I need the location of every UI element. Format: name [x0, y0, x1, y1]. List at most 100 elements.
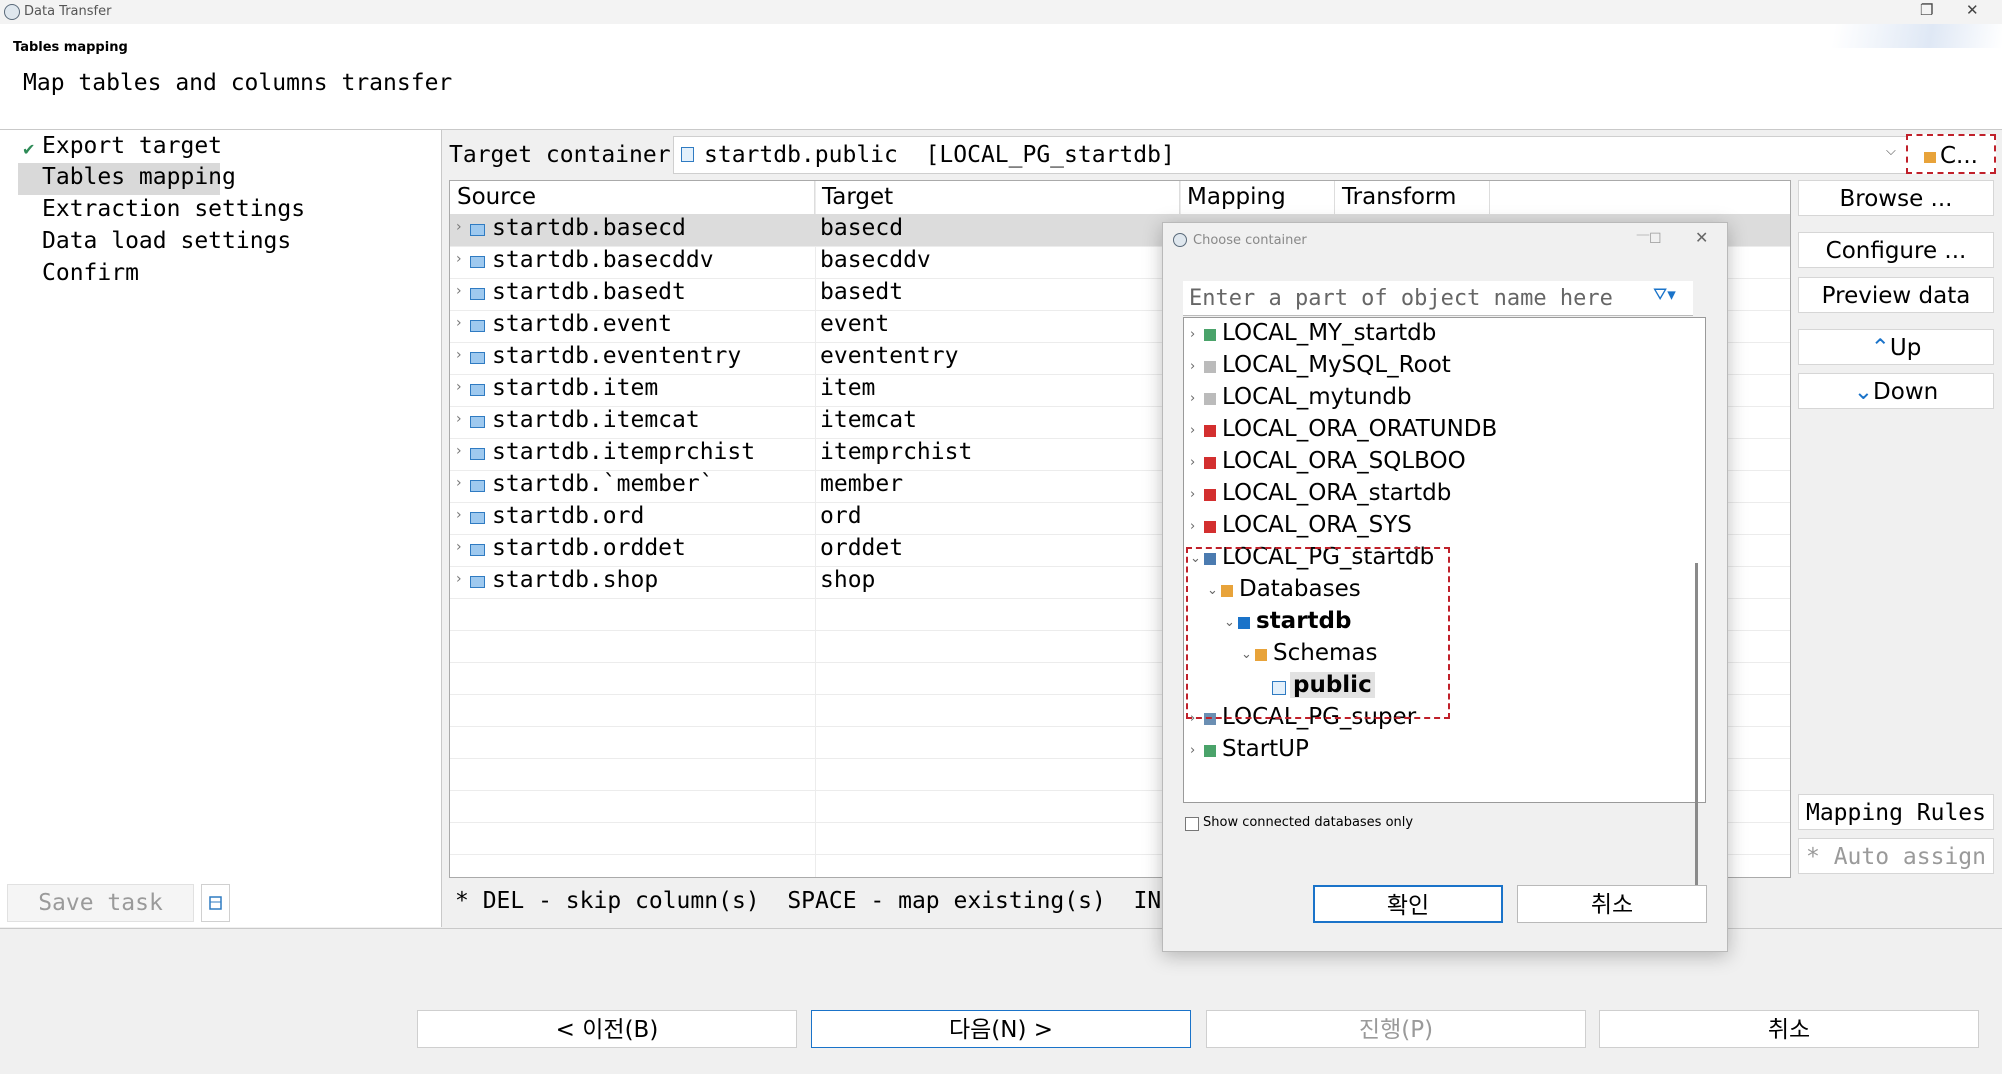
- chevron-right-icon[interactable]: ›: [1190, 455, 1195, 470]
- chevron-down-icon[interactable]: ⌵: [1886, 144, 1896, 159]
- chevron-right-icon[interactable]: ›: [1190, 391, 1195, 406]
- source-cell: startdb.`member`: [492, 471, 714, 497]
- expand-row-icon[interactable]: ›: [456, 219, 462, 235]
- expand-row-icon[interactable]: ›: [456, 443, 462, 459]
- tree-node[interactable]: › LOCAL_ORA_SYS: [1184, 512, 1684, 544]
- expand-row-icon[interactable]: ›: [456, 571, 462, 587]
- source-cell: startdb.orddet: [492, 535, 686, 561]
- expand-row-icon[interactable]: ›: [456, 251, 462, 267]
- tree-node-label: LOCAL_ORA_SYS: [1222, 512, 1412, 538]
- expand-row-icon[interactable]: ›: [456, 347, 462, 363]
- chevron-right-icon[interactable]: ›: [1190, 487, 1195, 502]
- expand-row-icon[interactable]: ›: [456, 411, 462, 427]
- table-icon: [470, 576, 485, 588]
- tree-node[interactable]: › LOCAL_ORA_ORATUNDB: [1184, 416, 1684, 448]
- tree-node[interactable]: › LOCAL_ORA_SQLBOO: [1184, 448, 1684, 480]
- mysql-icon: [1204, 393, 1216, 405]
- tree-node-label: LOCAL_MySQL_Root: [1222, 352, 1451, 378]
- dialog-cancel-button[interactable]: 취소: [1517, 885, 1707, 923]
- app-icon: [4, 4, 20, 20]
- mapping-rules-label: Mapping Rules: [1805, 800, 1986, 826]
- source-cell: startdb.event: [492, 311, 673, 337]
- table-icon: [470, 544, 485, 556]
- nav-item-extraction-settings[interactable]: Extraction settings: [42, 196, 305, 222]
- chevron-right-icon[interactable]: ›: [1190, 519, 1195, 534]
- minimize-icon[interactable]: —: [1636, 227, 1650, 243]
- nav-item-data-load-settings[interactable]: Data load settings: [42, 228, 291, 254]
- maximize-icon[interactable]: ☐: [1649, 231, 1662, 247]
- save-task-options-button[interactable]: [201, 884, 230, 922]
- table-icon: [470, 480, 485, 492]
- save-task-button[interactable]: Save task: [7, 884, 194, 922]
- column-header-source[interactable]: Source: [450, 181, 815, 214]
- restore-window-icon[interactable]: ❐: [1920, 1, 1933, 19]
- up-button[interactable]: ⌃Up: [1798, 329, 1994, 365]
- table-icon: [470, 512, 485, 524]
- nav-item-tables-mapping[interactable]: Tables mapping: [42, 164, 236, 190]
- target-cell: basecd: [820, 215, 904, 241]
- column-header-target[interactable]: Target: [815, 181, 1180, 214]
- tree-node[interactable]: › LOCAL_MySQL_Root: [1184, 352, 1684, 384]
- target-container-label: Target container:: [449, 142, 685, 168]
- target-cell: event: [820, 311, 890, 337]
- chevron-right-icon[interactable]: ›: [1190, 743, 1195, 758]
- expand-row-icon[interactable]: ›: [456, 315, 462, 331]
- ok-button[interactable]: 확인: [1313, 885, 1503, 923]
- table-icon: [470, 384, 485, 396]
- tree-node-label: StartUP: [1222, 736, 1309, 762]
- preview-data-label: Preview data: [1821, 283, 1971, 309]
- source-cell: startdb.itemprchist: [492, 439, 756, 465]
- target-container-value: startdb.public [LOCAL_PG_startdb]: [704, 142, 1175, 168]
- table-icon: [470, 448, 485, 460]
- chevron-right-icon[interactable]: ›: [1190, 359, 1195, 374]
- choose-container-button[interactable]: C...: [1906, 134, 1996, 174]
- tree-node[interactable]: › LOCAL_ORA_startdb: [1184, 480, 1684, 512]
- show-connected-label: Show connected databases only: [1203, 815, 1414, 830]
- chevron-right-icon[interactable]: ›: [1190, 327, 1195, 342]
- auto-assign-label: Auto assign: [1833, 844, 1987, 870]
- next-button[interactable]: 다음(N) >: [811, 1010, 1191, 1048]
- proceed-button[interactable]: 진행(P): [1206, 1010, 1586, 1048]
- show-connected-checkbox[interactable]: [1185, 817, 1199, 831]
- mysql-connected-icon: [1204, 745, 1216, 757]
- expand-row-icon[interactable]: ›: [456, 379, 462, 395]
- close-window-icon[interactable]: ✕: [1966, 1, 1979, 19]
- configure-button[interactable]: Configure ...: [1798, 232, 1994, 268]
- column-header-mapping[interactable]: Mapping: [1180, 181, 1335, 214]
- nav-item-confirm[interactable]: Confirm: [42, 260, 139, 286]
- schema-icon: [681, 147, 694, 162]
- column-header-transform[interactable]: Transform: [1335, 181, 1490, 214]
- target-cell: itemcat: [820, 407, 917, 433]
- check-icon: ✔: [22, 140, 36, 159]
- tree-node[interactable]: › LOCAL_mytundb: [1184, 384, 1684, 416]
- window-titlebar: Data Transfer ❐ ✕: [0, 0, 2002, 24]
- expand-row-icon[interactable]: ›: [456, 283, 462, 299]
- object-name-search-input[interactable]: [1187, 283, 1631, 313]
- preview-data-button[interactable]: Preview data: [1798, 277, 1994, 313]
- asterisk-icon: *: [1805, 844, 1834, 870]
- browse-button[interactable]: Browse ...: [1798, 180, 1994, 216]
- tree-node[interactable]: › StartUP: [1184, 736, 1684, 768]
- object-name-search[interactable]: [1183, 281, 1693, 316]
- close-dialog-icon[interactable]: ✕: [1695, 228, 1708, 247]
- chevron-right-icon[interactable]: ›: [1190, 423, 1195, 438]
- nav-item-export-target[interactable]: Export target: [42, 133, 222, 159]
- target-cell: basedt: [820, 279, 904, 305]
- down-button[interactable]: ⌄Down: [1798, 373, 1994, 409]
- cancel-button[interactable]: 취소: [1599, 1010, 1979, 1048]
- up-label: Up: [1889, 335, 1922, 361]
- table-icon: [470, 416, 485, 428]
- tree-scrollbar[interactable]: [1695, 563, 1698, 923]
- page-header: Tables mapping Map tables and columns tr…: [0, 24, 2002, 130]
- back-button[interactable]: < 이전(B): [417, 1010, 797, 1048]
- mysql-icon: [1204, 361, 1216, 373]
- expand-row-icon[interactable]: ›: [456, 539, 462, 555]
- expand-row-icon[interactable]: ›: [456, 475, 462, 491]
- tree-node[interactable]: › LOCAL_MY_startdb: [1184, 320, 1684, 352]
- filter-icon[interactable]: ⛛▾: [1653, 285, 1676, 305]
- auto-assign-button[interactable]: * Auto assign: [1798, 838, 1994, 874]
- expand-row-icon[interactable]: ›: [456, 507, 462, 523]
- mapping-rules-button[interactable]: Mapping Rules: [1798, 794, 1994, 830]
- table-icon: [470, 256, 485, 268]
- oracle-icon: [1204, 521, 1216, 533]
